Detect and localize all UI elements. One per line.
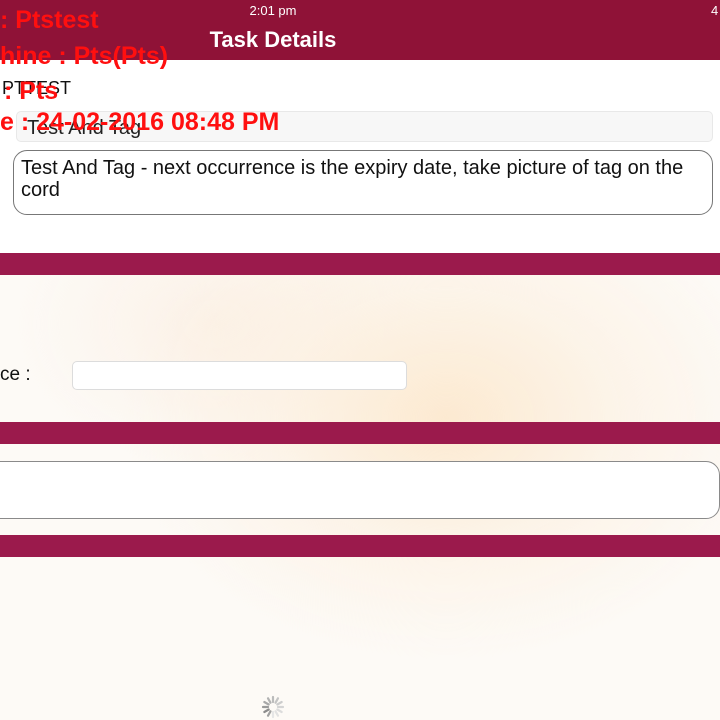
watermark-machine: hine : Pts(Pts)	[0, 42, 169, 70]
watermark-site: : Pts	[4, 77, 59, 105]
reference-input[interactable]	[72, 361, 407, 390]
reference-label: ce :	[0, 364, 31, 385]
task-description-box[interactable]: Test And Tag - next occurrence is the ex…	[13, 150, 713, 215]
status-right-indicator: 4	[711, 3, 719, 18]
section-header-bar-3	[0, 535, 720, 557]
section-header-bar-1	[0, 253, 720, 275]
section-header-bar-2	[0, 422, 720, 444]
watermark-user: : Ptstest	[0, 6, 99, 34]
watermark-date: e : 24-02-2016 08:48 PM	[0, 108, 280, 136]
spinner-icon	[260, 694, 286, 720]
notes-input[interactable]	[0, 461, 720, 519]
